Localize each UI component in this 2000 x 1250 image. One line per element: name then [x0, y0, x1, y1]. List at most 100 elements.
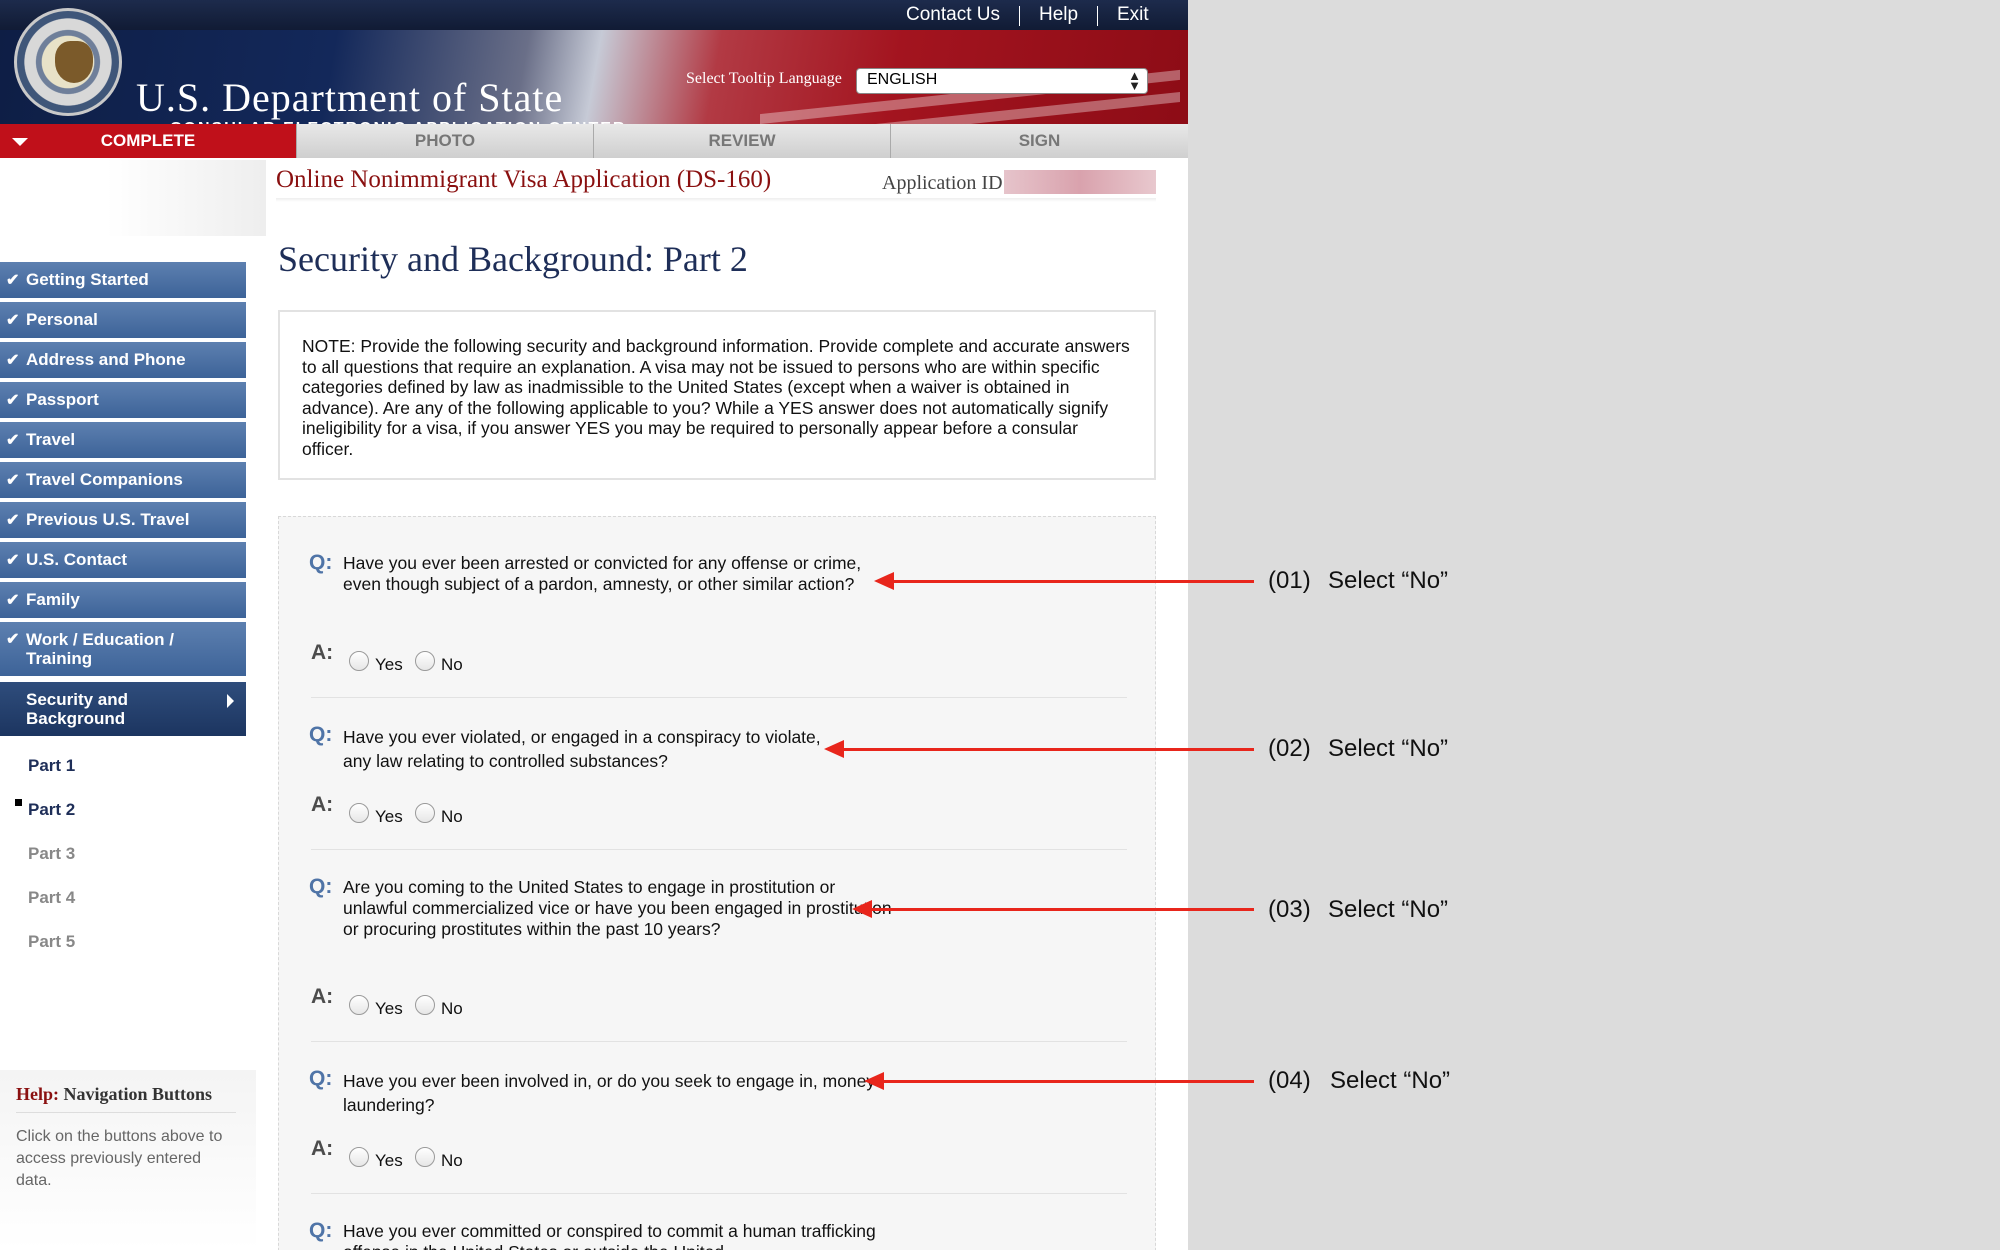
language-value: ENGLISH: [867, 71, 938, 88]
annotation-3-text: Select “No”: [1328, 896, 1449, 923]
annotation-2-text: Select “No”: [1328, 735, 1449, 762]
question-3-text: Are you coming to the United States to e…: [343, 877, 892, 939]
help-link[interactable]: Help: [1039, 4, 1078, 26]
sidebar-item-travel-companions[interactable]: ✔ Travel Companions: [0, 462, 246, 500]
link-divider: [1019, 6, 1020, 26]
question-4-yes-radio[interactable]: [349, 1147, 369, 1167]
question-5-text: Have you ever committed or conspired to …: [343, 1221, 876, 1250]
sidebar-top-shade: [0, 160, 266, 236]
eagle-emblem: [55, 41, 93, 83]
tab-label: COMPLETE: [100, 131, 196, 150]
checkmark-icon: ✔: [6, 512, 20, 529]
checkmark-icon: ✔: [6, 352, 20, 369]
sidebar-item-work-education-training[interactable]: ✔ Work / Education / Training: [0, 622, 246, 678]
tab-review[interactable]: REVIEW: [594, 124, 891, 158]
yes-label: Yes: [375, 655, 403, 674]
tab-photo[interactable]: PHOTO: [297, 124, 594, 158]
state-department-seal-icon: [14, 8, 122, 116]
annotation-arrow-3: [870, 908, 1254, 911]
sidebar-item-address-and-phone[interactable]: ✔ Address and Phone: [0, 342, 246, 380]
question-marker: Q:: [309, 723, 333, 746]
annotation-arrow-4: [882, 1080, 1254, 1083]
checkmark-icon: ✔: [6, 432, 20, 449]
help-prefix: Help:: [16, 1084, 59, 1104]
checkmark-icon: ✔: [6, 272, 20, 289]
questions-panel: Q: Have you ever been arrested or convic…: [278, 516, 1156, 1250]
question-2-yes-radio[interactable]: [349, 803, 369, 823]
sidebar-item-label: Family: [26, 590, 80, 609]
annotation-arrow-1: [892, 580, 1254, 583]
question-divider: [311, 1193, 1127, 1194]
annotation-4-text: Select “No”: [1330, 1067, 1451, 1094]
question-2-no-radio[interactable]: [415, 803, 435, 823]
help-divider: [16, 1112, 236, 1113]
sidebar-item-security-and-background[interactable]: Security and Background: [0, 682, 246, 738]
help-panel: Help: Navigation Buttons Click on the bu…: [0, 1070, 256, 1250]
header-banner: U.S. Department of State CONSULAR ELECTR…: [0, 30, 1188, 142]
question-marker: Q:: [309, 875, 333, 898]
arrow-head-icon: [824, 740, 844, 758]
link-divider: [1097, 6, 1098, 26]
sidebar-item-label: Personal: [26, 310, 98, 329]
department-title: U.S. Department of State: [136, 75, 564, 120]
help-text: Click on the buttons above to access pre…: [16, 1128, 223, 1189]
sidebar-item-personal[interactable]: ✔ Personal: [0, 302, 246, 340]
checkmark-icon: ✔: [6, 312, 20, 329]
select-arrows-icon: ▲ ▼: [1128, 68, 1141, 93]
sidebar-item-label: Work / Education / Training: [26, 630, 174, 668]
sidebar-item-passport[interactable]: ✔ Passport: [0, 382, 246, 420]
sidebar-item-label: U.S. Contact: [26, 550, 128, 569]
sidebar-subitem-part-2[interactable]: Part 2: [28, 800, 75, 820]
security-note: NOTE: Provide the following security and…: [278, 310, 1156, 480]
question-1-text: Have you ever been arrested or convicted…: [343, 553, 862, 594]
question-marker: Q:: [309, 1219, 333, 1242]
checkmark-icon: ✔: [6, 472, 20, 489]
arrow-head-icon: [874, 572, 894, 590]
title-divider: [276, 198, 1156, 202]
tab-sign[interactable]: SIGN: [891, 124, 1188, 158]
yes-label: Yes: [375, 1151, 403, 1170]
progress-tabs: COMPLETE PHOTO REVIEW SIGN: [0, 124, 1188, 158]
annotation-3-number: (03): [1268, 896, 1311, 923]
checkmark-icon: ✔: [6, 592, 20, 609]
help-title: Help: Navigation Buttons: [16, 1084, 212, 1105]
sidebar-item-previous-us-travel[interactable]: ✔ Previous U.S. Travel: [0, 502, 246, 540]
sidebar-item-us-contact[interactable]: ✔ U.S. Contact: [0, 542, 246, 580]
annotation-1-text: Select “No”: [1328, 567, 1449, 594]
tab-complete[interactable]: COMPLETE: [0, 124, 297, 158]
annotation-4-number: (04): [1268, 1067, 1311, 1094]
question-4-no-radio[interactable]: [415, 1147, 435, 1167]
sidebar-subitem-part-4: Part 4: [28, 888, 76, 907]
sidebar-item-label: Previous U.S. Travel: [26, 510, 190, 529]
top-link-bar: Contact Us Help Exit: [0, 0, 1188, 32]
sidebar-item-label: Getting Started: [26, 270, 149, 289]
question-1-no-radio[interactable]: [415, 651, 435, 671]
arrow-head-icon: [852, 900, 872, 918]
no-label: No: [441, 655, 463, 674]
question-4-text: Have you ever been involved in, or do yo…: [343, 1071, 876, 1115]
sidebar-item-label: Address and Phone: [26, 350, 186, 369]
question-divider: [311, 697, 1127, 698]
sidebar-item-label: Passport: [26, 390, 99, 409]
form-title: Online Nonimmigrant Visa Application (DS…: [276, 166, 772, 193]
contact-us-link[interactable]: Contact Us: [906, 4, 1000, 26]
sidebar-subitem-part-1[interactable]: Part 1: [28, 756, 75, 776]
application-id-label: Application ID: [882, 172, 1003, 194]
exit-link[interactable]: Exit: [1117, 4, 1149, 26]
sidebar-item-getting-started[interactable]: ✔ Getting Started: [0, 262, 246, 300]
sidebar-item-family[interactable]: ✔ Family: [0, 582, 246, 620]
annotation-1-number: (01): [1268, 567, 1311, 594]
help-topic: Navigation Buttons: [63, 1084, 213, 1104]
yes-label: Yes: [375, 807, 403, 826]
answer-marker: A:: [311, 985, 334, 1008]
tooltip-language-select[interactable]: ENGLISH ▲ ▼: [856, 68, 1148, 94]
question-1-yes-radio[interactable]: [349, 651, 369, 671]
annotation-arrow-2: [842, 748, 1254, 751]
question-3-yes-radio[interactable]: [349, 995, 369, 1015]
sidebar-item-travel[interactable]: ✔ Travel: [0, 422, 246, 460]
answer-marker: A:: [311, 641, 334, 664]
question-3-no-radio[interactable]: [415, 995, 435, 1015]
question-divider: [311, 1041, 1127, 1042]
browser-page: Contact Us Help Exit U.S. Department of …: [0, 0, 1188, 1250]
sidebar-item-label: Security and Background: [26, 690, 129, 728]
